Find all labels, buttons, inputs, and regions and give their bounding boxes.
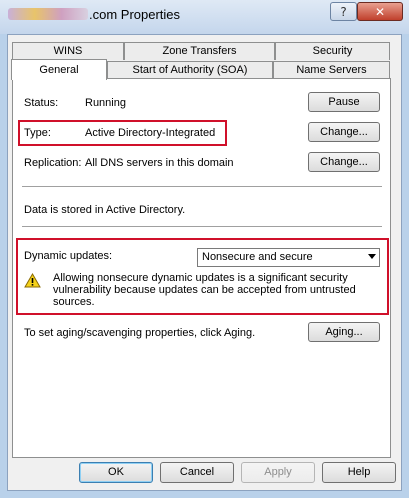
- tab-zone-transfers[interactable]: Zone Transfers: [124, 42, 275, 60]
- tab-wins[interactable]: WINS: [12, 42, 124, 60]
- title-help-button[interactable]: ?: [330, 2, 357, 21]
- replication-label: Replication:: [24, 157, 82, 169]
- dynamic-updates-select[interactable]: Nonsecure and secure: [197, 248, 380, 267]
- aging-button[interactable]: Aging...: [308, 322, 380, 342]
- tab-general[interactable]: General: [11, 59, 107, 80]
- dynamic-updates-selected: Nonsecure and secure: [202, 251, 313, 263]
- chevron-down-icon: [368, 254, 376, 259]
- type-label: Type:: [24, 127, 51, 139]
- divider-top: [22, 186, 382, 187]
- window-title-text: .com Properties: [89, 7, 181, 22]
- ok-button[interactable]: OK: [79, 462, 153, 483]
- window-title: .com Properties: [8, 7, 180, 22]
- redacted-domain: [8, 8, 88, 20]
- type-value: Active Directory-Integrated: [85, 127, 216, 139]
- general-tab-panel: Status: Running Pause Type: Active Direc…: [12, 78, 391, 458]
- cancel-button[interactable]: Cancel: [160, 462, 234, 483]
- stored-in-ad-text: Data is stored in Active Directory.: [24, 204, 186, 216]
- dialog-client: WINS Zone Transfers Security General Sta…: [7, 34, 402, 491]
- replication-change-button[interactable]: Change...: [308, 152, 380, 172]
- security-warning-text: Allowing nonsecure dynamic updates is a …: [53, 272, 356, 308]
- status-label: Status:: [24, 97, 59, 109]
- apply-button[interactable]: Apply: [241, 462, 315, 483]
- warning-icon: [24, 273, 41, 288]
- pause-button[interactable]: Pause: [308, 92, 380, 112]
- tab-name-servers[interactable]: Name Servers: [273, 61, 390, 79]
- aging-instruction-text: To set aging/scavenging properties, clic…: [24, 327, 256, 339]
- divider-middle: [22, 226, 382, 227]
- type-change-button[interactable]: Change...: [308, 122, 380, 142]
- close-button[interactable]: ✕: [357, 2, 403, 21]
- help-button[interactable]: Help: [322, 462, 396, 483]
- dynamic-updates-label: Dynamic updates:: [24, 250, 113, 262]
- tab-security[interactable]: Security: [275, 42, 390, 60]
- replication-value: All DNS servers in this domain: [85, 157, 234, 169]
- status-value: Running: [85, 97, 126, 109]
- title-bar: .com Properties ? ✕: [0, 0, 409, 34]
- tab-start-of-authority[interactable]: Start of Authority (SOA): [107, 61, 273, 79]
